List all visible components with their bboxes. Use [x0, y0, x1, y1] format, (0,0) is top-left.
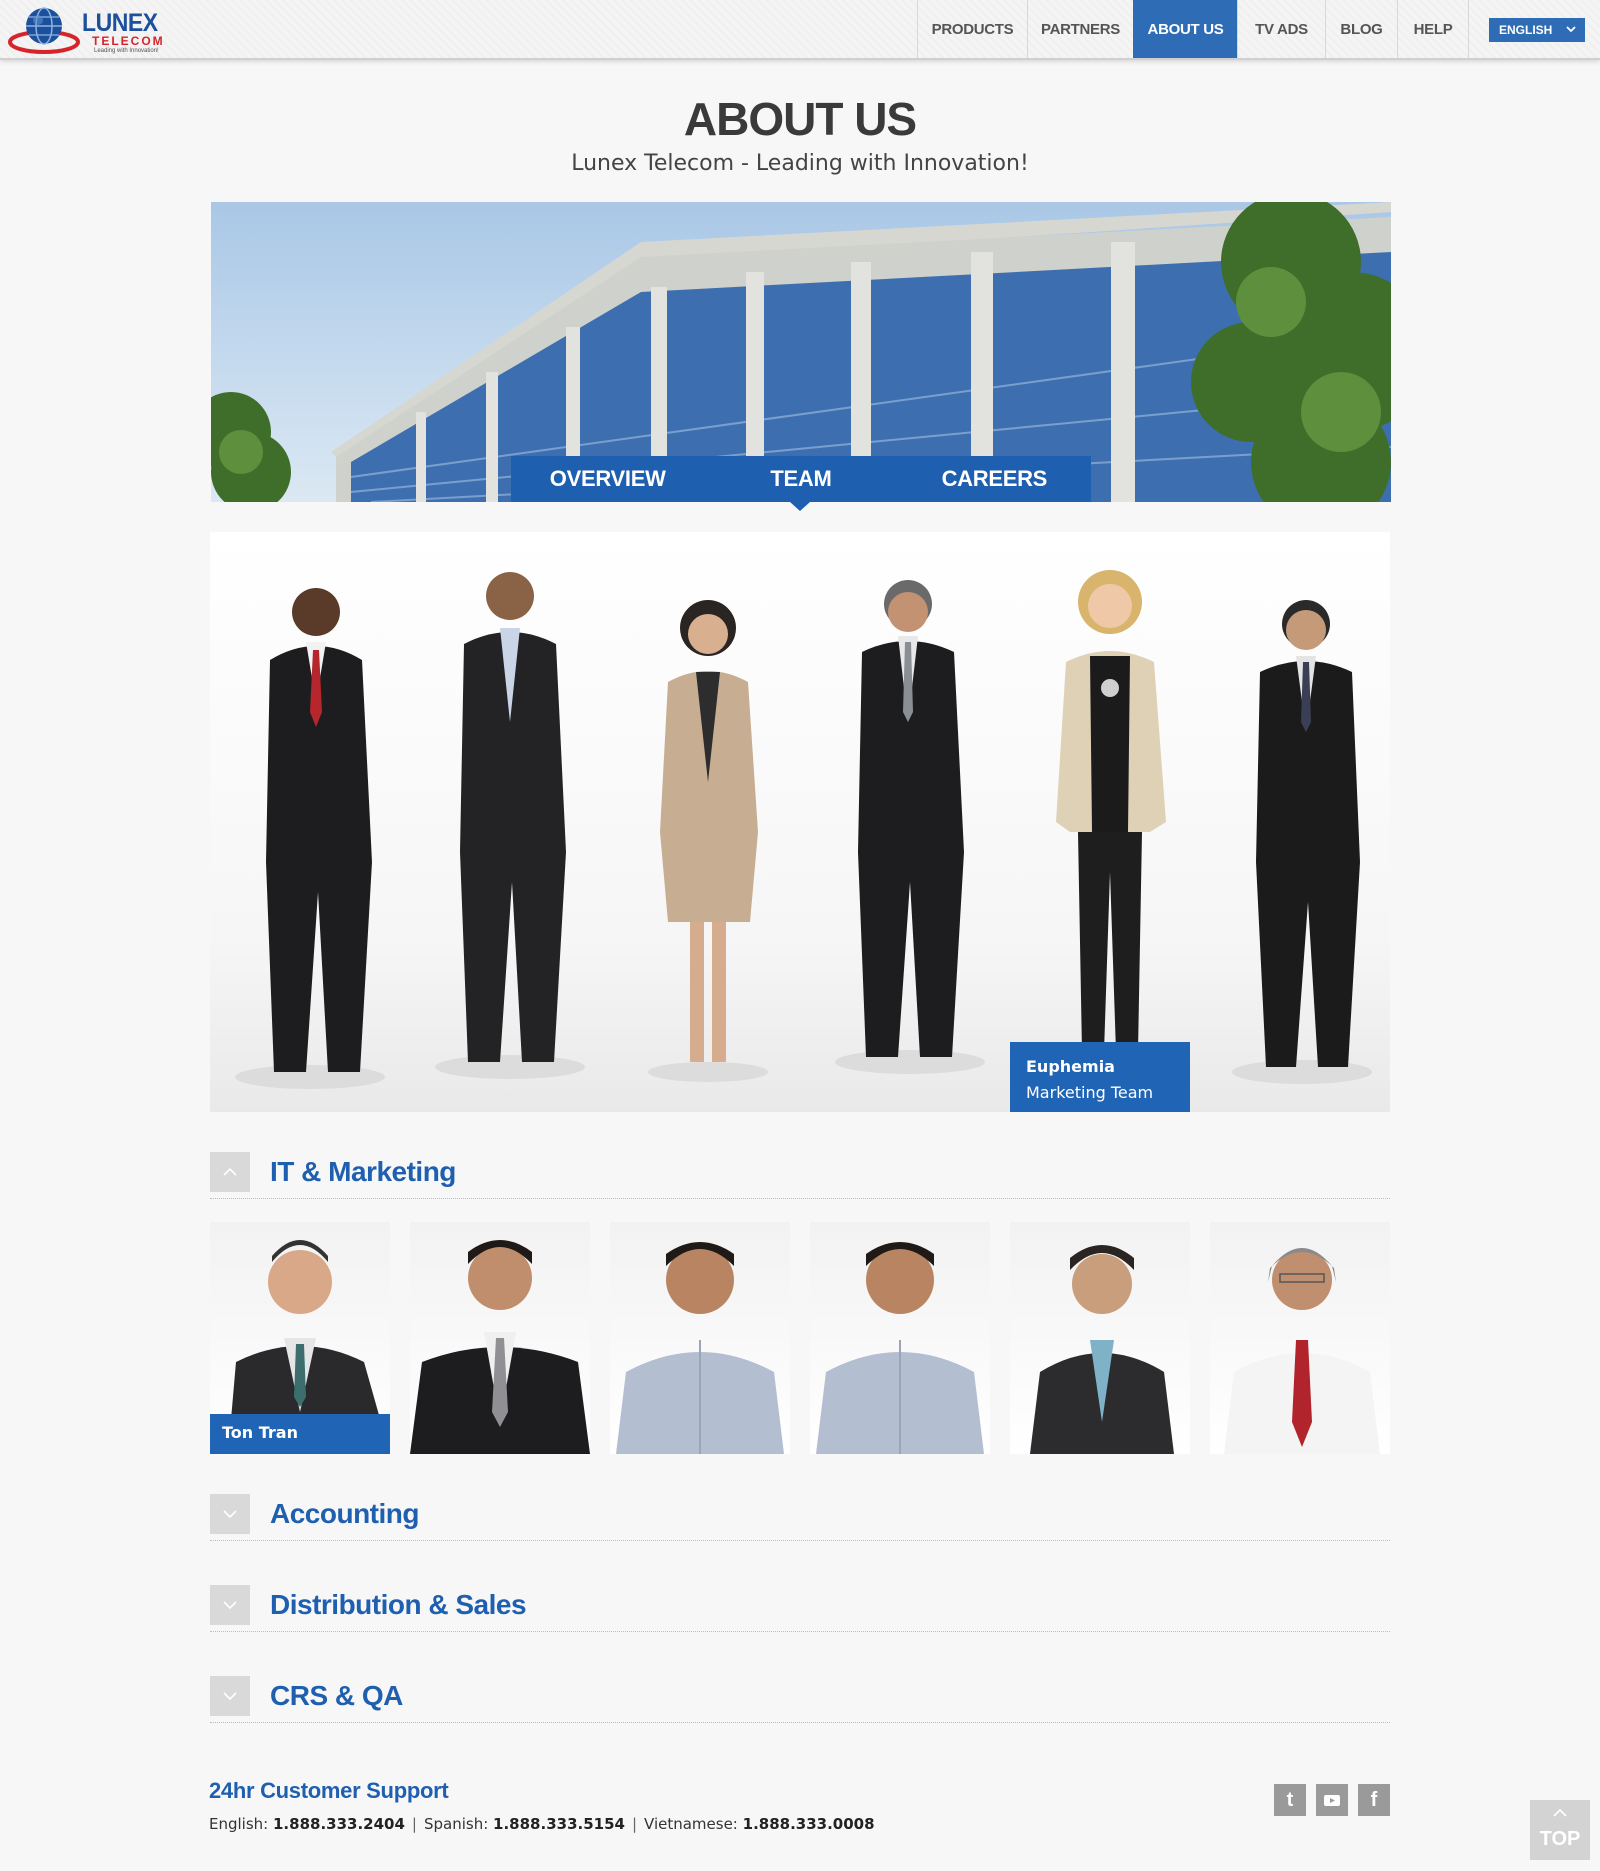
lunex-logo[interactable]: LUNEX TELECOM Leading with Innovation!: [8, 4, 178, 54]
section-distribution-sales[interactable]: Distribution & Sales: [210, 1585, 1390, 1632]
member-thumb[interactable]: [610, 1222, 790, 1454]
expand-toggle[interactable]: [210, 1676, 250, 1716]
separator: |: [411, 1815, 417, 1833]
separator: |: [631, 1815, 638, 1833]
back-to-top-button[interactable]: TOP: [1530, 1800, 1590, 1860]
collapse-toggle[interactable]: [210, 1152, 250, 1192]
nav-item-help[interactable]: HELP: [1397, 0, 1469, 58]
brand-name: LUNEX: [82, 9, 158, 37]
top-label: TOP: [1539, 1828, 1581, 1850]
featured-member-name: Euphemia: [1026, 1057, 1115, 1076]
hero-banner: OVERVIEW TEAM CAREERS: [211, 202, 1391, 502]
brand-tagline: Leading with Innovation!: [94, 48, 159, 54]
team-member-photo[interactable]: [210, 532, 410, 1112]
section-title: Distribution & Sales: [270, 1589, 527, 1620]
spanish-label: Spanish:: [423, 1815, 489, 1833]
vietnamese-phone[interactable]: 1.888.333.0008: [743, 1815, 875, 1833]
nav-item-products[interactable]: PRODUCTS: [917, 0, 1027, 58]
member-thumb[interactable]: [1210, 1222, 1390, 1454]
main-nav: PRODUCTS PARTNERS ABOUT US TV ADS BLOG H…: [917, 0, 1469, 58]
team-member-photo[interactable]: [410, 532, 610, 1112]
section-title: IT & Marketing: [270, 1156, 456, 1187]
english-phone[interactable]: 1.888.333.2404: [273, 1815, 405, 1833]
member-thumb[interactable]: Ton Tran: [210, 1222, 390, 1454]
twitter-icon: t: [1286, 1788, 1294, 1811]
section-crs-qa[interactable]: CRS & QA: [210, 1676, 1390, 1723]
chevron-down-icon: [223, 1510, 237, 1519]
chevron-up-icon: [1553, 1808, 1567, 1817]
team-member-photo-featured[interactable]: [1010, 532, 1210, 1112]
chevron-down-icon: [223, 1692, 237, 1701]
page-title: ABOUT US: [683, 93, 917, 145]
featured-member-caption: Euphemia Marketing Team: [1010, 1042, 1190, 1112]
support-phones: English: 1.888.333.2404 | Spanish: 1.888.3…: [209, 1815, 875, 1833]
team-member-photo[interactable]: [810, 532, 1010, 1112]
nav-item-tv-ads[interactable]: TV ADS: [1237, 0, 1325, 58]
page-subtitle: Lunex Telecom - Leading with Innovation!: [571, 151, 1029, 176]
nav-item-blog[interactable]: BLOG: [1325, 0, 1397, 58]
section-title: CRS & QA: [270, 1680, 403, 1711]
member-hover-name: Ton Tran: [210, 1414, 390, 1454]
section-accounting[interactable]: Accounting: [210, 1494, 1390, 1541]
globe-logo-icon: [8, 7, 80, 54]
active-tab-indicator: [790, 502, 810, 511]
member-thumb[interactable]: [410, 1222, 590, 1454]
about-tabs: OVERVIEW TEAM CAREERS: [511, 456, 1091, 502]
nav-item-about-us[interactable]: ABOUT US: [1133, 0, 1237, 58]
language-label: ENGLISH: [1499, 23, 1553, 37]
member-thumb[interactable]: [810, 1222, 990, 1454]
tab-overview[interactable]: OVERVIEW: [511, 456, 704, 502]
support-title: 24hr Customer Support: [209, 1778, 449, 1803]
it-marketing-members: Ton Tran: [210, 1222, 1390, 1454]
language-select[interactable]: ENGLISH: [1489, 18, 1585, 42]
team-photo-strip: Euphemia Marketing Team: [210, 532, 1390, 1112]
brand-sub: TELECOM: [92, 34, 165, 48]
section-title: Accounting: [270, 1498, 420, 1529]
section-it-marketing[interactable]: IT & Marketing: [210, 1152, 1390, 1199]
vietnamese-label: Vietnamese:: [644, 1815, 738, 1833]
site-header: LUNEX TELECOM Leading with Innovation! P…: [0, 0, 1600, 60]
youtube-icon: [1324, 1795, 1340, 1806]
youtube-button[interactable]: [1316, 1784, 1348, 1816]
english-label: English:: [209, 1815, 269, 1833]
featured-member-role: Marketing Team: [1026, 1083, 1154, 1102]
chevron-up-icon: [223, 1167, 237, 1176]
tab-careers[interactable]: CAREERS: [898, 456, 1091, 502]
facebook-icon: f: [1370, 1788, 1378, 1811]
chevron-down-icon: [1566, 26, 1576, 33]
spanish-phone[interactable]: 1.888.333.5154: [493, 1815, 625, 1833]
team-member-photo[interactable]: [1210, 532, 1390, 1112]
tab-team[interactable]: TEAM: [704, 456, 897, 502]
member-thumb[interactable]: [1010, 1222, 1190, 1454]
facebook-button[interactable]: f: [1358, 1784, 1390, 1816]
team-member-photo[interactable]: [610, 532, 810, 1112]
nav-item-partners[interactable]: PARTNERS: [1027, 0, 1133, 58]
expand-toggle[interactable]: [210, 1585, 250, 1625]
chevron-down-icon: [223, 1601, 237, 1610]
twitter-button[interactable]: t: [1274, 1784, 1306, 1816]
expand-toggle[interactable]: [210, 1494, 250, 1534]
